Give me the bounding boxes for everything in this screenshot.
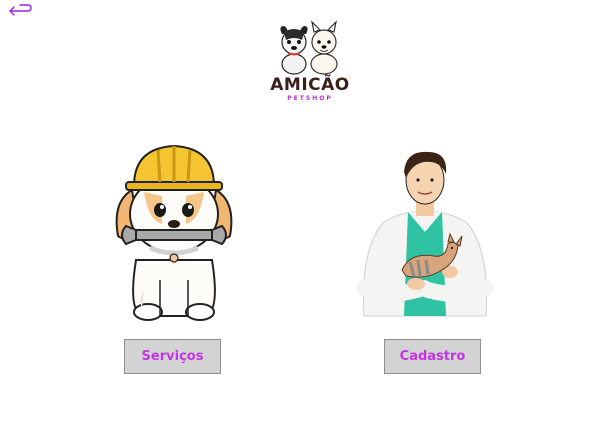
veterinarian-holding-puppy-icon — [356, 151, 494, 317]
brand-subtitle: PETSHOP — [287, 95, 333, 102]
services-illustration — [108, 140, 240, 322]
back-arrow-icon — [9, 4, 32, 16]
brand-logo: AMICÃO PETSHOP — [268, 20, 352, 104]
pet-dogs-logo-icon — [280, 20, 338, 75]
servicos-button[interactable]: Serviços — [124, 339, 221, 374]
dog-hardhat-wrench-icon — [115, 144, 233, 321]
app-screen: AMICÃO PETSHOP Serviços Cadastro — [0, 0, 611, 438]
cadastro-button[interactable]: Cadastro — [384, 339, 481, 374]
brand-title: AMICÃO — [270, 75, 350, 95]
cadastro-illustration — [354, 148, 496, 320]
back-button[interactable] — [8, 2, 34, 20]
